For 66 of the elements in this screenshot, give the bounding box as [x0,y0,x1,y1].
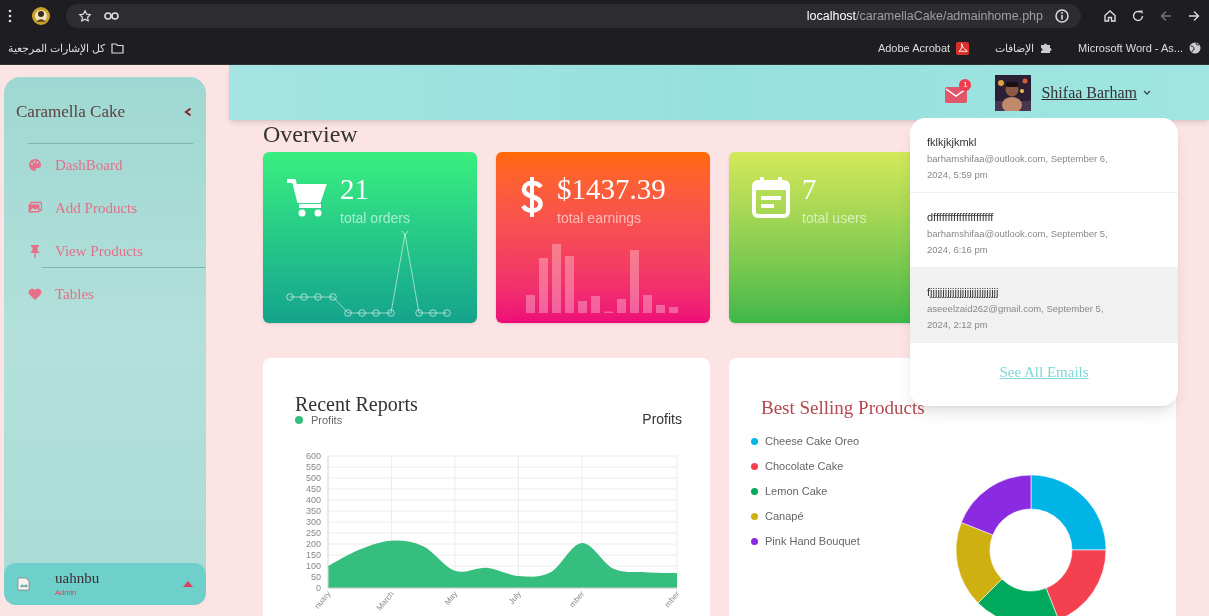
y-tick-label: 250 [305,528,321,538]
panel-title: Recent Reports [295,392,418,416]
bookmark[interactable]: كل الإشارات المرجعية [8,39,125,57]
stat-value: 21 [340,173,370,205]
y-tick-label: 150 [305,550,321,560]
legend-label: Lemon Cake [765,483,828,499]
legend-label: Chocolate Cake [765,458,844,474]
forward-icon[interactable] [1187,9,1201,23]
chart-title: Profits [642,410,682,429]
page-title: Overview [263,121,358,147]
address-bar[interactable]: localhost/caramellaCake/admainhome.php [66,4,1081,28]
y-tick-label: 300 [305,517,321,527]
y-tick-label: 450 [305,484,321,494]
bookmark[interactable]: Microsoft Word - As... [1078,39,1201,57]
y-tick-label: 0 [316,583,321,593]
bookmark[interactable]: Adobe Acrobat [877,39,970,57]
email-item[interactable]: fklkjkjkmkl barhamshifaa@outlook.com, September 6, 2024, 5:59 pm [910,118,1178,193]
heart-icon [28,287,42,301]
email-item[interactable]: dfffffffffffffffffffff barhamshifaa@outlook.com, September 5, 2024, 6:16 pm [910,193,1178,268]
collapse-chevron-icon[interactable] [184,106,192,117]
y-tick-label: 500 [305,473,321,483]
url-text: localhost/caramellaCake/admainhome.php [806,7,1043,25]
panel-title: Best Selling Products [761,396,925,420]
y-tick-label: 550 [305,462,321,472]
dollar-icon [519,176,545,218]
y-tick-label: 200 [305,539,321,549]
user-name: uahnbu [55,569,100,587]
back-icon[interactable] [1159,9,1173,23]
notification-badge: 1 [959,78,972,91]
user-name-link[interactable]: Shifaa Barham [1041,80,1137,105]
menu-icon[interactable] [8,9,12,23]
legend-label: Canapé [765,508,804,524]
y-tick-label: 600 [305,451,321,461]
y-tick-label: 350 [305,506,321,516]
email-item[interactable]: fjjjjjjjjjjjjjjjjjjjjjjjjjjjj aseeelzaid262@gmail.com, September 5, 2024, 2:12 pm [910,268,1178,343]
calendar-icon [752,176,790,218]
y-tick-label: 50 [311,572,321,582]
stat-label: total orders [340,209,411,228]
home-icon[interactable] [1103,9,1117,23]
mail-button[interactable]: 1 [945,82,970,105]
pdf-icon [956,41,970,55]
legend-label: Profits [311,413,343,428]
stat-value: $1437.39 [557,173,666,205]
pin-icon [28,244,42,258]
brand-title: Caramella Cake [16,101,126,123]
puzzle-icon [1040,42,1053,54]
reload-icon[interactable] [1131,9,1145,23]
key-icon[interactable] [104,11,120,21]
stat-label: total earnings [557,209,643,228]
star-icon[interactable] [78,9,92,23]
info-icon[interactable] [1055,9,1069,23]
broken-image-icon [17,577,30,591]
chevron-down-icon[interactable] [1143,90,1151,95]
legend-label: Cheese Cake Oreo [765,433,860,449]
y-tick-label: 100 [305,561,321,571]
cart-icon [286,176,328,218]
globe-icon [1189,42,1201,54]
bookmark[interactable]: الإضافات [995,39,1053,57]
stat-value: 7 [802,173,818,205]
folder-icon [111,42,125,54]
mail-icon [945,86,968,103]
stat-label: total users [802,209,867,228]
palette-icon [28,158,42,172]
legend-label: Pink Hand Bouquet [765,533,860,549]
images-icon [28,201,42,215]
y-tick-label: 400 [305,495,321,505]
